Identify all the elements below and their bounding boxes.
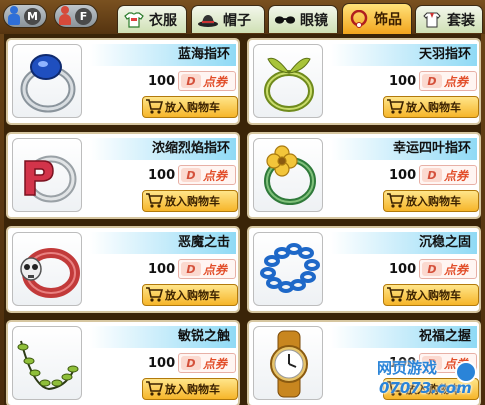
- coupon-icon: D: [181, 168, 201, 182]
- tab-accessories[interactable]: 饰品: [342, 3, 412, 34]
- add-to-cart-button[interactable]: 放入购物车: [383, 284, 479, 306]
- site-watermark: 网页游戏 07073.com: [377, 355, 483, 403]
- shop-window: M F 衣服 帽子 眼镜 饰品 套装 蓝海指环 100 D 点券 放入购物车 天…: [0, 0, 485, 405]
- currency-label: 点券: [203, 74, 228, 89]
- tab-clothes[interactable]: 衣服: [117, 5, 187, 33]
- item-name: 沉稳之固: [331, 232, 477, 254]
- watch-icon[interactable]: [253, 326, 323, 400]
- item-name: 敏锐之触: [90, 326, 236, 348]
- coupon-icon: D: [422, 74, 442, 88]
- add-to-cart-button[interactable]: 放入购物车: [142, 284, 238, 306]
- tab-label: 眼镜: [300, 12, 328, 29]
- item-name: 蓝海指环: [90, 44, 236, 66]
- watermark-line1: 网页游戏: [377, 359, 438, 377]
- female-label: F: [75, 7, 92, 25]
- skull-bracelet-icon[interactable]: [12, 232, 82, 306]
- item-name: 浓缩烈焰指环: [90, 138, 236, 160]
- item-price: 100: [148, 262, 176, 277]
- item-grid: 蓝海指环 100 D 点券 放入购物车 天羽指环 100 D 点券 放入购物车 浓缩烈焰指环 100 D…: [4, 34, 481, 405]
- currency-label: 点券: [203, 356, 228, 371]
- cart-icon: [145, 286, 164, 305]
- add-to-cart-button[interactable]: 放入购物车: [142, 378, 238, 400]
- item-price: 100: [389, 74, 417, 89]
- coupon-icon: D: [181, 74, 201, 88]
- tab-suits[interactable]: 套装: [415, 5, 483, 33]
- cart-icon: [145, 380, 164, 399]
- add-to-cart-label: 放入购物车: [406, 195, 461, 208]
- hat-icon: [197, 11, 219, 29]
- tab-label: 套装: [447, 12, 475, 29]
- item-card[interactable]: 蓝海指环 100 D 点券 放入购物车: [6, 38, 240, 125]
- price-currency: D 点券: [178, 353, 236, 373]
- tab-bar: M F 衣服 帽子 眼镜 饰品 套装: [0, 0, 485, 34]
- item-card[interactable]: 浓缩烈焰指环 100 D 点券 放入购物车: [6, 132, 240, 219]
- item-price: 100: [389, 168, 417, 183]
- cart-icon: [386, 192, 405, 211]
- item-price: 100: [148, 356, 176, 371]
- item-card[interactable]: 敏锐之触 100 D 点券 放入购物车: [6, 320, 240, 405]
- price-currency: D 点券: [178, 165, 236, 185]
- cart-icon: [145, 98, 164, 117]
- add-to-cart-button[interactable]: 放入购物车: [383, 190, 479, 212]
- item-name: 幸运四叶指环: [331, 138, 477, 160]
- add-to-cart-button[interactable]: 放入购物车: [142, 190, 238, 212]
- add-to-cart-button[interactable]: 放入购物车: [383, 96, 479, 118]
- item-name: 天羽指环: [331, 44, 477, 66]
- shirt-icon: [123, 11, 145, 29]
- item-price: 100: [148, 168, 176, 183]
- item-card[interactable]: 恶魔之击 100 D 点券 放入购物车: [6, 226, 240, 313]
- cart-icon: [386, 286, 405, 305]
- currency-label: 点券: [203, 262, 228, 277]
- item-name: 恶魔之击: [90, 232, 236, 254]
- add-to-cart-label: 放入购物车: [406, 101, 461, 114]
- add-to-cart-button[interactable]: 放入购物车: [142, 96, 238, 118]
- price-currency: D 点券: [419, 259, 477, 279]
- male-toggle[interactable]: M: [3, 4, 47, 28]
- watermark-line2: 07073.com: [379, 379, 472, 397]
- necklace-icon: [348, 10, 370, 28]
- add-to-cart-label: 放入购物车: [406, 289, 461, 302]
- blue-ring-icon[interactable]: [12, 44, 82, 118]
- price-currency: D 点券: [419, 71, 477, 91]
- coupon-icon: D: [422, 262, 442, 276]
- leaf-ring-icon[interactable]: [253, 44, 323, 118]
- red-p-ring-icon[interactable]: [12, 138, 82, 212]
- item-price: 100: [389, 262, 417, 277]
- cart-icon: [386, 98, 405, 117]
- price-currency: D 点券: [419, 165, 477, 185]
- item-price: 100: [148, 74, 176, 89]
- currency-label: 点券: [444, 262, 469, 277]
- cart-icon: [145, 192, 164, 211]
- item-card[interactable]: 沉稳之固 100 D 点券 放入购物车: [247, 226, 481, 313]
- currency-label: 点券: [203, 168, 228, 183]
- female-toggle[interactable]: F: [54, 4, 98, 28]
- item-card[interactable]: 幸运四叶指环 100 D 点券 放入购物车: [247, 132, 481, 219]
- tab-glasses[interactable]: 眼镜: [268, 5, 338, 33]
- add-to-cart-label: 放入购物车: [165, 289, 220, 302]
- tab-label: 衣服: [149, 12, 177, 29]
- coupon-icon: D: [181, 356, 201, 370]
- glasses-icon: [274, 11, 296, 29]
- male-label: M: [24, 7, 41, 25]
- coupon-icon: D: [422, 168, 442, 182]
- coupon-icon: D: [181, 262, 201, 276]
- item-card[interactable]: 天羽指环 100 D 点券 放入购物车: [247, 38, 481, 125]
- male-icon: [7, 6, 21, 26]
- add-to-cart-label: 放入购物车: [165, 383, 220, 396]
- chain-bracelet-icon[interactable]: [253, 232, 323, 306]
- item-name: 祝福之握: [331, 326, 477, 348]
- add-to-cart-label: 放入购物车: [165, 195, 220, 208]
- currency-label: 点券: [444, 74, 469, 89]
- currency-label: 点券: [444, 168, 469, 183]
- add-to-cart-label: 放入购物车: [165, 101, 220, 114]
- clover-ring-icon[interactable]: [253, 138, 323, 212]
- leaf-necklace-icon[interactable]: [12, 326, 82, 400]
- tab-label: 饰品: [374, 12, 402, 28]
- female-icon: [58, 6, 72, 26]
- tab-label: 帽子: [223, 12, 251, 29]
- tab-hats[interactable]: 帽子: [191, 5, 265, 33]
- price-currency: D 点券: [178, 71, 236, 91]
- suit-icon: [421, 11, 443, 29]
- price-currency: D 点券: [178, 259, 236, 279]
